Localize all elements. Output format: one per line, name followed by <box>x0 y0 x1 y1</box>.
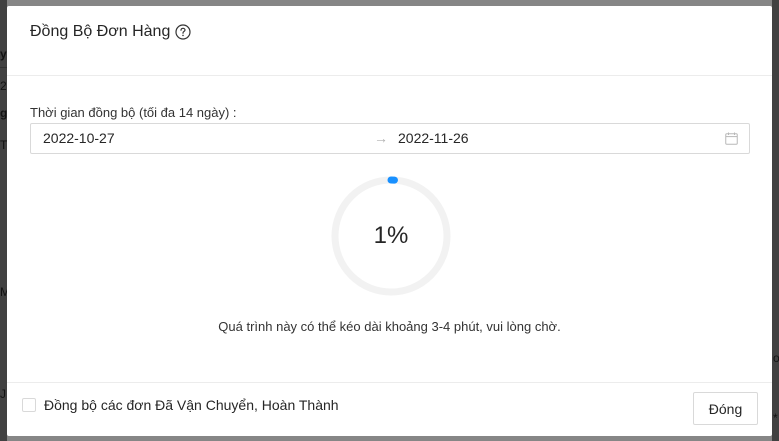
range-arrow-icon: → <box>374 130 388 146</box>
start-date-input[interactable]: 2022-10-27 <box>43 124 115 153</box>
progress-percent-label: 1% <box>373 222 409 249</box>
calendar-icon[interactable] <box>725 132 738 145</box>
date-range-label: Thời gian đồng bộ (tối đa 14 ngày) : <box>30 105 237 120</box>
progress-note: Quá trình này có thể kéo dài khoảng 3-4 … <box>218 319 561 334</box>
sync-orders-dialog: Đồng Bộ Đơn Hàng Thời gian đồng bộ (tối … <box>7 6 772 436</box>
checkbox-box[interactable] <box>22 398 36 412</box>
close-button[interactable]: Đóng <box>693 392 758 425</box>
sync-completed-orders-checkbox[interactable]: Đồng bộ các đơn Đã Vận Chuyển, Hoàn Thàn… <box>22 397 339 413</box>
dialog-header: Đồng Bộ Đơn Hàng <box>7 6 772 76</box>
dialog-title-wrap: Đồng Bộ Đơn Hàng <box>30 23 191 41</box>
dialog-title: Đồng Bộ Đơn Hàng <box>30 23 171 40</box>
question-circle-icon[interactable] <box>175 24 191 40</box>
end-date-input[interactable]: 2022-11-26 <box>398 124 469 153</box>
checkbox-label[interactable]: Đồng bộ các đơn Đã Vận Chuyển, Hoàn Thàn… <box>44 397 339 413</box>
dialog-footer: Đồng bộ các đơn Đã Vận Chuyển, Hoàn Thàn… <box>7 382 772 436</box>
date-range-picker[interactable]: 2022-10-27 → 2022-11-26 <box>30 123 750 154</box>
